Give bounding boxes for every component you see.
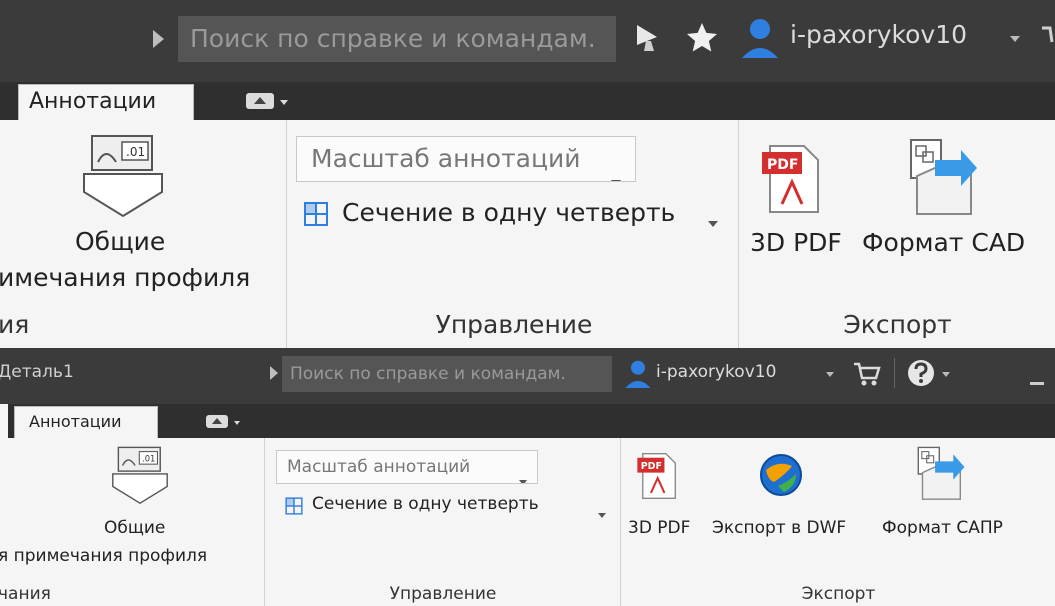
view-toggle-icon[interactable] (246, 91, 292, 113)
svg-text:PDF: PDF (767, 157, 798, 173)
tab-annotations[interactable]: Аннотации (14, 406, 158, 438)
chevron-down-icon[interactable] (598, 513, 606, 518)
chevron-down-icon (611, 180, 621, 181)
pdf-icon[interactable]: PDF (760, 144, 822, 214)
cad-export-icon[interactable] (914, 446, 966, 502)
section-quarter-icon (304, 202, 328, 226)
export-panel-title: Экспорт (843, 310, 952, 339)
general-notes-icon[interactable]: .01 (110, 446, 170, 506)
export-cad-format-button[interactable]: Формат CAD (862, 228, 1025, 257)
left-panel-title: ия (0, 310, 30, 339)
panel-divider (264, 438, 265, 606)
general-notes-label-line1[interactable]: Общие (104, 518, 165, 538)
tab-strip: Аннотации (0, 82, 1055, 120)
cart-icon[interactable] (852, 360, 882, 388)
title-bar: Поиск по справке и командам. i-paxorykov… (0, 0, 1055, 82)
divider (894, 358, 895, 388)
play-arrow-icon[interactable] (270, 366, 278, 380)
ribbon-body: .01 Общие имечания профиля ия Масштаб ан… (0, 120, 1055, 348)
star-icon[interactable] (684, 20, 720, 56)
annotation-scale-value: Масштаб аннотаций (287, 457, 471, 477)
dropdown-arrow-icon[interactable] (942, 372, 950, 377)
dropdown-arrow-icon[interactable] (826, 372, 834, 377)
annotation-scale-combo[interactable]: Масштаб аннотаций (296, 136, 636, 182)
search-input[interactable]: Поиск по справке и командам. (178, 16, 616, 62)
export-3dpdf-button[interactable]: 3D PDF (750, 228, 842, 257)
panel-divider (286, 120, 287, 348)
search-placeholder: Поиск по справке и командам. (190, 24, 596, 53)
username-label[interactable]: i-paxorykov10 (790, 20, 967, 49)
ribbon-screenshot-large: Поиск по справке и командам. i-paxorykov… (0, 0, 1055, 348)
svg-text:.01: .01 (142, 453, 155, 463)
username-label[interactable]: i-paxorykov10 (656, 362, 776, 382)
general-notes-label-line2[interactable]: имечания профиля (0, 263, 250, 292)
document-title: Деталь1 (0, 362, 74, 382)
section-quarter-button[interactable]: Сечение в одну четверть (312, 494, 539, 514)
panel-divider (738, 120, 739, 348)
cad-export-icon[interactable] (905, 138, 979, 218)
search-input[interactable]: Поиск по справке и командам. (282, 356, 612, 392)
export-panel-title: Экспорт (801, 584, 876, 604)
svg-text:.01: .01 (126, 145, 145, 159)
user-icon[interactable] (740, 16, 780, 60)
dropdown-arrow-icon[interactable] (1010, 36, 1020, 42)
svg-text:PDF: PDF (641, 461, 662, 472)
export-dwf-button[interactable]: Экспорт в DWF (712, 518, 846, 538)
pdf-icon[interactable]: PDF (636, 452, 678, 500)
tab-strip: Аннотации (0, 404, 1055, 438)
manage-panel-title: Управление (435, 310, 593, 339)
general-notes-icon[interactable]: .01 (80, 134, 166, 220)
view-toggle-icon[interactable] (206, 414, 246, 432)
manage-panel-title: Управление (389, 584, 497, 604)
chevron-down-icon[interactable] (708, 221, 718, 227)
help-icon[interactable] (906, 358, 936, 388)
tab-annotations[interactable]: Аннотации (18, 84, 194, 120)
user-icon[interactable] (624, 358, 652, 390)
title-bar: Деталь1 Поиск по справке и командам. i-p… (0, 348, 1055, 404)
general-notes-label-line1[interactable]: Общие (75, 227, 165, 256)
panel-divider (620, 438, 621, 606)
ribbon-screenshot-small: Деталь1 Поиск по справке и командам. i-p… (0, 348, 1055, 606)
left-panel-title: чания (0, 584, 51, 604)
section-quarter-button[interactable]: Сечение в одну четверть (342, 198, 675, 227)
search-placeholder: Поиск по справке и командам. (290, 364, 566, 384)
minimize-icon[interactable] (1030, 382, 1044, 385)
cart-icon[interactable] (1040, 20, 1055, 56)
annotation-scale-value: Масштаб аннотаций (311, 144, 581, 173)
general-notes-label-line2[interactable]: я примечания профиля (0, 546, 207, 566)
chevron-down-icon (519, 480, 527, 483)
annotation-scale-combo[interactable]: Масштаб аннотаций (276, 450, 538, 484)
dwf-globe-icon[interactable] (758, 452, 804, 498)
play-arrow-icon[interactable] (153, 30, 164, 48)
export-cad-format-button[interactable]: Формат САПР (882, 518, 1003, 538)
satellite-icon[interactable] (632, 20, 668, 56)
export-3dpdf-button[interactable]: 3D PDF (628, 518, 690, 538)
ribbon-body: .01 Общие я примечания профиля чания Мас… (0, 438, 1055, 606)
section-quarter-icon (285, 497, 303, 515)
